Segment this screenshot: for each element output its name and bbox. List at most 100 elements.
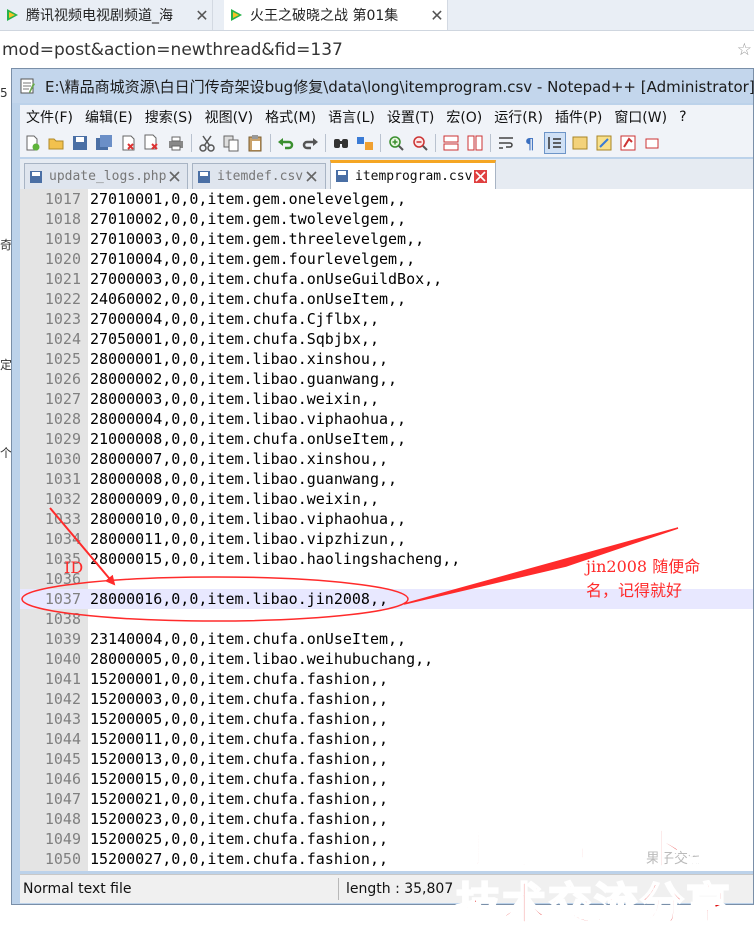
code-line[interactable]: 1022 24060002,0,0,item.chufa.onUseItem,, — [20, 289, 753, 309]
close-icon[interactable] — [305, 170, 318, 183]
line-text: 28000002,0,0,item.libao.guanwang,, — [90, 370, 398, 388]
code-line[interactable]: 1020 27010004,0,0,item.gem.fourlevelgem,, — [20, 249, 753, 269]
code-line[interactable]: 1031 28000008,0,0,item.libao.guanwang,, — [20, 469, 753, 489]
tencent-video-icon — [231, 9, 242, 21]
doc-tab-itemdef[interactable]: itemdef.csv — [192, 163, 326, 189]
code-line[interactable]: 1042 15200003,0,0,item.chufa.fashion,, — [20, 689, 753, 709]
menu-macro[interactable]: 宏(O) — [440, 107, 488, 127]
line-number: 1037 — [44, 590, 81, 608]
code-line[interactable]: 1023 27000004,0,0,item.chufa.Cjflbx,, — [20, 309, 753, 329]
code-line[interactable]: 1047 15200021,0,0,item.chufa.fashion,, — [20, 789, 753, 809]
code-line[interactable]: 1032 28000009,0,0,item.libao.weixin,, — [20, 489, 753, 509]
menu-search[interactable]: 搜索(S) — [139, 107, 199, 127]
menu-language[interactable]: 语言(L) — [322, 107, 381, 127]
word-wrap-icon[interactable] — [496, 133, 516, 153]
code-line[interactable]: 1046 15200015,0,0,item.chufa.fashion,, — [20, 769, 753, 789]
code-line[interactable]: 1040 28000005,0,0,item.libao.weihubuchang… — [20, 649, 753, 669]
close-icon[interactable] — [474, 169, 488, 183]
close-icon[interactable]: ✕ — [192, 6, 212, 25]
code-line[interactable]: 1027 28000003,0,0,item.libao.weixin,, — [20, 389, 753, 409]
code-line[interactable]: 1025 28000001,0,0,item.libao.xinshou,, — [20, 349, 753, 369]
code-line[interactable]: 1018 27010002,0,0,item.gem.twolevelgem,, — [20, 209, 753, 229]
code-line[interactable]: 1026 28000002,0,0,item.libao.guanwang,, — [20, 369, 753, 389]
code-line[interactable]: 1021 27000003,0,0,item.chufa.onUseGuildBo… — [20, 269, 753, 289]
sync-vertical-icon[interactable] — [441, 133, 461, 153]
browser-tab-label: 火王之破晓之战 第01集 — [250, 8, 399, 24]
macro-record-icon[interactable] — [618, 133, 638, 153]
redo-icon[interactable] — [300, 133, 320, 153]
code-line[interactable]: 1017 27010001,0,0,item.gem.onelevelgem,, — [20, 189, 753, 209]
menu-plugins[interactable]: 插件(P) — [549, 107, 608, 127]
code-line[interactable]: 1048 15200023,0,0,item.chufa.fashion,, — [20, 809, 753, 829]
doc-tab-itemprogram[interactable]: itemprogram.csv — [330, 160, 496, 189]
indent-guide-icon[interactable] — [544, 132, 566, 154]
line-text: 15200013,0,0,item.chufa.fashion,, — [90, 750, 389, 768]
show-all-chars-icon[interactable]: ¶ — [520, 133, 540, 153]
new-file-icon[interactable] — [22, 133, 42, 153]
menu-run[interactable]: 运行(R) — [488, 107, 549, 127]
browser-tab[interactable]: 腾讯视频电视剧频道_海 ✕ — [0, 0, 213, 30]
line-text: 28000011,0,0,item.libao.vipzhizun,, — [90, 530, 407, 548]
find-icon[interactable] — [331, 133, 351, 153]
close-file-icon[interactable] — [118, 133, 138, 153]
code-line[interactable]: 1038 — [20, 609, 753, 629]
doc-tab-update-logs[interactable]: update_logs.php — [24, 163, 188, 189]
menu-settings[interactable]: 设置(T) — [381, 107, 440, 127]
undo-icon[interactable] — [276, 133, 296, 153]
code-line[interactable]: 1034 28000011,0,0,item.libao.vipzhizun,, — [20, 529, 753, 549]
line-text: 23140004,0,0,item.chufa.onUseItem,, — [90, 630, 407, 648]
browser-tab[interactable]: 火王之破晓之战 第01集 ✕ — [224, 0, 448, 30]
code-line[interactable]: 1050 15200027,0,0,item.chufa.fashion,, — [20, 849, 753, 869]
menu-view[interactable]: 视图(V) — [199, 107, 260, 127]
line-number: 1043 — [44, 710, 81, 728]
close-icon[interactable]: ✕ — [427, 6, 447, 25]
print-icon[interactable] — [166, 133, 186, 153]
line-number: 1019 — [44, 230, 81, 248]
code-line[interactable]: 1045 15200013,0,0,item.chufa.fashion,, — [20, 749, 753, 769]
close-all-icon[interactable] — [142, 133, 162, 153]
line-text: 24060002,0,0,item.chufa.onUseItem,, — [90, 290, 407, 308]
zoom-out-icon[interactable] — [410, 133, 430, 153]
line-number: 1041 — [44, 670, 81, 688]
note-annotation-line1: jin2008 随便命 — [586, 557, 701, 576]
paste-icon[interactable] — [245, 133, 265, 153]
line-text: 27000003,0,0,item.chufa.onUseGuildBox,, — [90, 270, 443, 288]
code-line[interactable]: 1030 28000007,0,0,item.libao.xinshou,, — [20, 449, 753, 469]
menu-format[interactable]: 格式(M) — [259, 107, 322, 127]
line-number: 1022 — [44, 290, 81, 308]
code-line[interactable]: 1043 15200005,0,0,item.chufa.fashion,, — [20, 709, 753, 729]
close-icon[interactable] — [168, 170, 181, 183]
text-editor[interactable]: 1017 27010001,0,0,item.gem.onelevelgem,, 1… — [20, 189, 753, 871]
line-number: 1042 — [44, 690, 81, 708]
code-line[interactable]: 1019 27010003,0,0,item.gem.threelevelgem,… — [20, 229, 753, 249]
title-bar: E:\精品商城资源\白日门传奇架设bug修复\data\long\itempro… — [12, 69, 754, 103]
replace-icon[interactable] — [355, 133, 375, 153]
cut-icon[interactable] — [197, 133, 217, 153]
save-icon[interactable] — [70, 133, 90, 153]
sync-horizontal-icon[interactable] — [465, 133, 485, 153]
bookmark-star-icon[interactable]: ☆ — [737, 31, 752, 69]
macro-stop-icon[interactable] — [642, 133, 662, 153]
code-line[interactable]: 1049 15200025,0,0,item.chufa.fashion,, — [20, 829, 753, 849]
open-file-icon[interactable] — [46, 133, 66, 153]
doc-map-icon[interactable] — [570, 133, 590, 153]
zoom-in-icon[interactable] — [386, 133, 406, 153]
menu-edit[interactable]: 编辑(E) — [79, 107, 139, 127]
menu-file[interactable]: 文件(F) — [20, 107, 79, 127]
menu-help[interactable]: ? — [673, 109, 692, 125]
length-status: length : 35,807 — [346, 881, 454, 897]
code-line[interactable]: 1039 23140004,0,0,item.chufa.onUseItem,, — [20, 629, 753, 649]
code-line[interactable]: 1044 15200011,0,0,item.chufa.fashion,, — [20, 729, 753, 749]
line-text: 28000001,0,0,item.libao.xinshou,, — [90, 350, 389, 368]
code-line[interactable]: 1041 15200001,0,0,item.chufa.fashion,, — [20, 669, 753, 689]
copy-icon[interactable] — [221, 133, 241, 153]
function-list-icon[interactable] — [594, 133, 614, 153]
code-line[interactable]: 1033 28000010,0,0,item.libao.viphaohua,, — [20, 509, 753, 529]
save-all-icon[interactable] — [94, 133, 114, 153]
code-line[interactable]: 1028 28000004,0,0,item.libao.viphaohua,, — [20, 409, 753, 429]
code-line[interactable]: 1029 21000008,0,0,item.chufa.onUseItem,, — [20, 429, 753, 449]
line-number: 1023 — [44, 310, 81, 328]
menu-window[interactable]: 窗口(W) — [608, 107, 673, 127]
address-bar[interactable]: mod=post&action=newthread&fid=137 ☆ — [0, 31, 754, 65]
code-line[interactable]: 1024 27050001,0,0,item.chufa.Sqbjbx,, — [20, 329, 753, 349]
